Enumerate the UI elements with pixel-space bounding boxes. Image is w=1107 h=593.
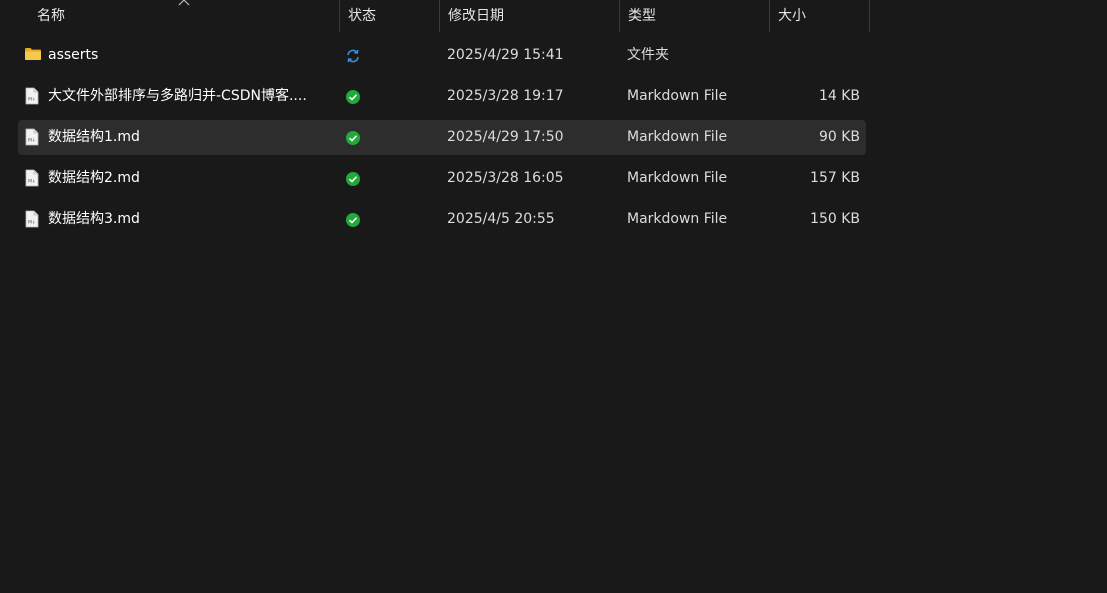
file-name: 数据结构3.md: [48, 211, 140, 227]
file-modified-date: 2025/3/28 16:05: [447, 170, 564, 186]
folder-icon: [24, 38, 42, 73]
file-size: 150 KB: [810, 211, 860, 227]
file-size: 14 KB: [818, 88, 860, 104]
file-type: 文件夹: [627, 47, 669, 63]
markdown-file-icon: M↓: [24, 161, 42, 196]
column-header-type[interactable]: 类型: [620, 0, 769, 32]
svg-text:M↓: M↓: [28, 220, 36, 226]
markdown-file-icon: M↓: [24, 120, 42, 155]
file-type: Markdown File: [627, 129, 728, 145]
sync-pending-icon: [345, 38, 363, 73]
column-header-modified[interactable]: 修改日期: [440, 0, 619, 32]
file-name: asserts: [48, 47, 99, 63]
file-name: 大文件外部排序与多路归并-CSDN博客....: [48, 88, 307, 104]
file-type: Markdown File: [627, 170, 728, 186]
file-row-shujujiegou1[interactable]: M↓ 数据结构1.md 2025/4/29 17:50 Markdown Fil…: [18, 120, 866, 155]
markdown-file-icon: M↓: [24, 79, 42, 114]
file-row-csdn[interactable]: M↓ 大文件外部排序与多路归并-CSDN博客.... 2025/3/28 19:…: [18, 79, 866, 114]
file-modified-date: 2025/3/28 19:17: [447, 88, 564, 104]
sort-ascending-icon: [178, 0, 190, 6]
file-type: Markdown File: [627, 88, 728, 104]
file-modified-date: 2025/4/29 17:50: [447, 129, 564, 145]
file-row-shujujiegou3[interactable]: M↓ 数据结构3.md 2025/4/5 20:55 Markdown File…: [18, 202, 866, 237]
file-modified-date: 2025/4/5 20:55: [447, 211, 555, 227]
svg-text:M↓: M↓: [28, 138, 36, 144]
column-header-status[interactable]: 状态: [340, 0, 439, 32]
file-list: asserts 2025/4/29 15:41 文件夹 M↓ 大文件外部排序与多…: [18, 38, 866, 243]
svg-text:M↓: M↓: [28, 97, 36, 103]
file-type: Markdown File: [627, 211, 728, 227]
column-divider[interactable]: [869, 0, 870, 32]
synced-check-icon: [345, 120, 363, 155]
file-name: 数据结构2.md: [48, 170, 140, 186]
synced-check-icon: [345, 202, 363, 237]
markdown-file-icon: M↓: [24, 202, 42, 237]
column-header-size[interactable]: 大小: [770, 0, 869, 32]
file-row-shujujiegou2[interactable]: M↓ 数据结构2.md 2025/3/28 16:05 Markdown Fil…: [18, 161, 866, 196]
file-name: 数据结构1.md: [48, 129, 140, 145]
file-row-asserts[interactable]: asserts 2025/4/29 15:41 文件夹: [18, 38, 866, 73]
file-modified-date: 2025/4/29 15:41: [447, 47, 564, 63]
synced-check-icon: [345, 79, 363, 114]
file-size: 90 KB: [818, 129, 860, 145]
synced-check-icon: [345, 161, 363, 196]
column-header-bar: 名称 状态 修改日期 类型 大小: [0, 0, 870, 32]
file-size: 157 KB: [810, 170, 860, 186]
svg-text:M↓: M↓: [28, 179, 36, 185]
